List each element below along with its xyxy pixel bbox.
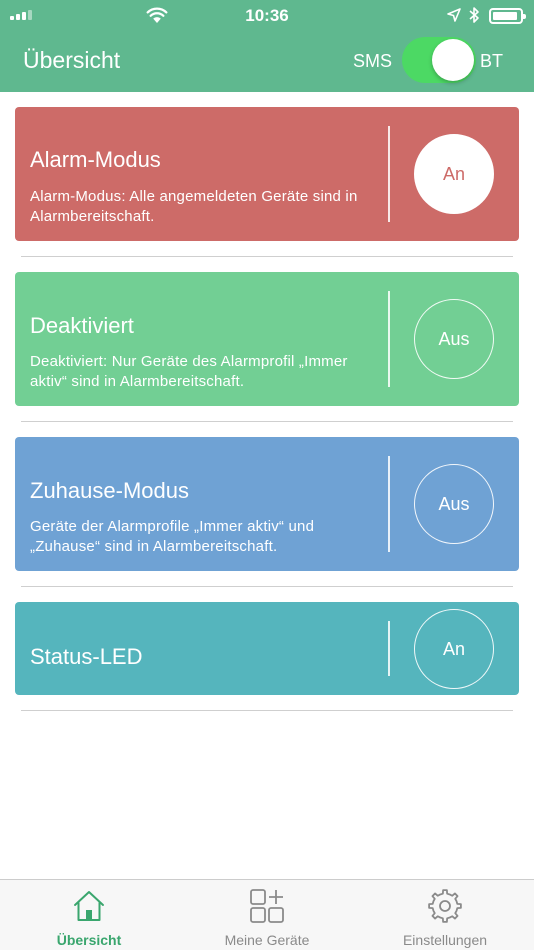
- card-title: Deaktiviert: [30, 313, 134, 338]
- home-icon: [74, 891, 104, 921]
- tab-label: Meine Geräte: [224, 932, 310, 948]
- card-title: Zuhause-Modus: [30, 478, 189, 503]
- alarm-mode-card: Alarm-Modus Alarm-Modus: Alle angemeldet…: [15, 107, 519, 241]
- home-mode-card: Zuhause-Modus Geräte der Alarmprofile „I…: [15, 437, 519, 571]
- card-title: Alarm-Modus: [30, 147, 161, 172]
- status-bar: 10:36: [0, 0, 534, 32]
- status-led-toggle-button[interactable]: An: [414, 609, 494, 689]
- card-divider: [388, 291, 390, 387]
- sms-bt-toggle[interactable]: [402, 37, 476, 83]
- location-arrow-icon: [447, 8, 461, 22]
- tab-my-devices[interactable]: Meine Geräte: [178, 880, 356, 950]
- separator: [21, 710, 513, 711]
- card-title: Status-LED: [30, 644, 143, 669]
- bluetooth-icon: [469, 7, 479, 23]
- tab-settings[interactable]: Einstellungen: [356, 880, 534, 950]
- home-mode-toggle-button[interactable]: Aus: [414, 464, 494, 544]
- separator: [21, 586, 513, 587]
- devices-grid-icon: [250, 889, 284, 923]
- tab-label: Einstellungen: [402, 932, 488, 948]
- card-description: Deaktiviert: Nur Geräte des Alarmprofil …: [30, 353, 348, 390]
- deactivated-card: Deaktiviert Deaktiviert: Nur Geräte des …: [15, 272, 519, 406]
- card-divider: [388, 621, 390, 676]
- tab-overview[interactable]: Übersicht: [0, 880, 178, 950]
- card-divider: [388, 456, 390, 552]
- toggle-knob: [432, 39, 474, 81]
- page-title: Übersicht: [23, 47, 121, 73]
- card-divider: [388, 126, 390, 222]
- card-description: Geräte der Alarmprofile „Immer aktiv“ un…: [30, 518, 315, 555]
- settings-gear-icon: [428, 889, 462, 923]
- alarm-mode-toggle-button[interactable]: An: [414, 134, 494, 214]
- separator: [21, 421, 513, 422]
- app-header: 10:36 Übersicht SMS BT: [0, 0, 534, 92]
- tab-bar: Übersicht Meine Geräte Einstellungen: [0, 879, 534, 950]
- tab-label: Übersicht: [56, 932, 122, 948]
- bt-label: BT: [480, 51, 504, 71]
- status-led-card: Status-LED An: [15, 602, 519, 695]
- separator: [21, 256, 513, 257]
- battery-icon: [489, 8, 526, 24]
- deactivated-toggle-button[interactable]: Aus: [414, 299, 494, 379]
- sms-label: SMS: [353, 51, 393, 71]
- card-description: Alarm-Modus: Alle angemeldeten Geräte si…: [30, 188, 358, 225]
